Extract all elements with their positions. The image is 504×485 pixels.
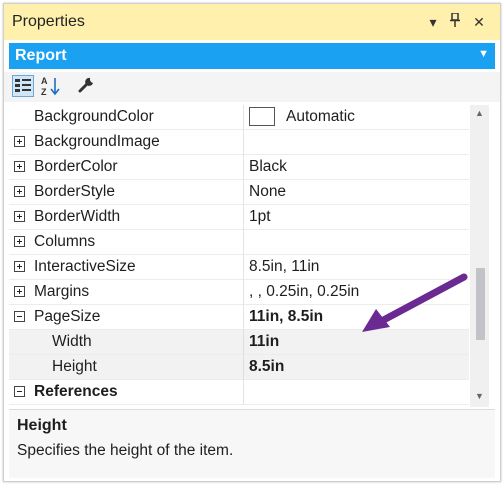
column-divider[interactable] — [243, 205, 244, 230]
expand-icon[interactable] — [14, 161, 25, 172]
column-divider[interactable] — [243, 155, 244, 180]
description-panel: Height Specifies the height of the item. — [9, 409, 495, 478]
property-value[interactable]: Automatic — [286, 108, 355, 126]
chevron-down-icon[interactable]: ▼ — [478, 48, 489, 60]
expand-icon[interactable] — [14, 261, 25, 272]
property-row-bordercolor[interactable]: BorderColor Black — [9, 155, 469, 180]
title-bar: Properties ▾ ✕ — [4, 4, 500, 40]
property-row-columns[interactable]: Columns — [9, 230, 469, 255]
close-icon[interactable]: ✕ — [470, 13, 488, 31]
scroll-up-icon[interactable]: ▲ — [475, 108, 484, 118]
expand-icon[interactable] — [14, 186, 25, 197]
window-title: Properties — [12, 13, 85, 30]
column-divider[interactable] — [243, 255, 244, 280]
property-pages-button[interactable] — [76, 75, 98, 97]
property-name: Columns — [34, 233, 96, 250]
object-selector[interactable]: Report ▼ — [9, 43, 495, 69]
property-grid: BackgroundColor Automatic BackgroundImag… — [9, 105, 469, 407]
property-name: BorderColor — [34, 158, 118, 175]
expand-icon[interactable] — [14, 286, 25, 297]
property-name: Margins — [34, 283, 90, 300]
alphabetical-icon: A Z — [41, 76, 60, 97]
column-divider[interactable] — [243, 230, 244, 255]
property-row-borderstyle[interactable]: BorderStyle None — [9, 180, 469, 205]
property-value[interactable]: 8.5in, 11in — [249, 258, 319, 276]
property-row-height[interactable]: Height 8.5in — [9, 355, 469, 380]
collapse-icon[interactable] — [14, 311, 25, 322]
column-divider[interactable] — [243, 180, 244, 205]
column-divider[interactable] — [243, 130, 244, 155]
column-divider[interactable] — [243, 105, 244, 130]
vertical-scrollbar[interactable]: ▲ ▼ — [470, 105, 489, 407]
categorized-icon — [15, 79, 31, 92]
properties-toolbar: A Z — [4, 72, 500, 102]
expand-icon[interactable] — [14, 236, 25, 247]
column-divider[interactable] — [243, 305, 244, 330]
property-name: PageSize — [34, 308, 101, 325]
property-value[interactable]: 8.5in — [249, 358, 284, 376]
property-row-borderwidth[interactable]: BorderWidth 1pt — [9, 205, 469, 230]
property-value[interactable]: 1pt — [249, 208, 271, 226]
pin-icon-graphic — [450, 12, 460, 27]
pin-icon[interactable] — [446, 12, 464, 31]
scrollbar-thumb[interactable] — [476, 268, 485, 340]
column-divider[interactable] — [243, 330, 244, 355]
property-row-backgroundimage[interactable]: BackgroundImage — [9, 130, 469, 155]
scroll-down-icon[interactable]: ▼ — [475, 391, 484, 401]
property-name: BackgroundColor — [34, 108, 154, 125]
property-value[interactable]: None — [249, 183, 286, 201]
expand-icon[interactable] — [14, 211, 25, 222]
property-row-references[interactable]: References — [9, 380, 469, 405]
properties-window: Properties ▾ ✕ Report ▼ A Z BackgroundCo… — [3, 3, 501, 482]
property-row-backgroundcolor[interactable]: BackgroundColor Automatic — [9, 105, 469, 130]
property-name: References — [34, 383, 118, 400]
column-divider[interactable] — [243, 355, 244, 380]
property-name: InteractiveSize — [34, 258, 136, 275]
description-text: Specifies the height of the item. — [17, 442, 234, 459]
property-value[interactable]: Black — [249, 158, 287, 176]
property-name: BackgroundImage — [34, 133, 160, 150]
annotation-arrow-icon — [362, 273, 468, 332]
alphabetical-button[interactable]: A Z — [40, 75, 62, 97]
expand-icon[interactable] — [14, 136, 25, 147]
property-name: BorderStyle — [34, 183, 115, 200]
property-name: Height — [52, 358, 97, 375]
column-divider[interactable] — [243, 280, 244, 305]
svg-text:A: A — [41, 76, 48, 86]
column-divider[interactable] — [243, 380, 244, 405]
selected-object-name: Report — [15, 47, 67, 64]
collapse-icon[interactable] — [14, 386, 25, 397]
color-swatch — [249, 107, 275, 126]
svg-text:Z: Z — [41, 87, 47, 97]
property-name: Width — [52, 333, 92, 350]
property-value[interactable]: , , 0.25in, 0.25in — [249, 283, 359, 301]
description-title: Height — [17, 417, 67, 434]
property-value[interactable]: 11in, 8.5in — [249, 308, 323, 326]
wrench-icon — [78, 77, 93, 93]
window-position-dropdown-icon[interactable]: ▾ — [424, 13, 442, 31]
categorized-button[interactable] — [12, 75, 34, 97]
property-value[interactable]: 11in — [249, 333, 279, 351]
property-name: BorderWidth — [34, 208, 121, 225]
